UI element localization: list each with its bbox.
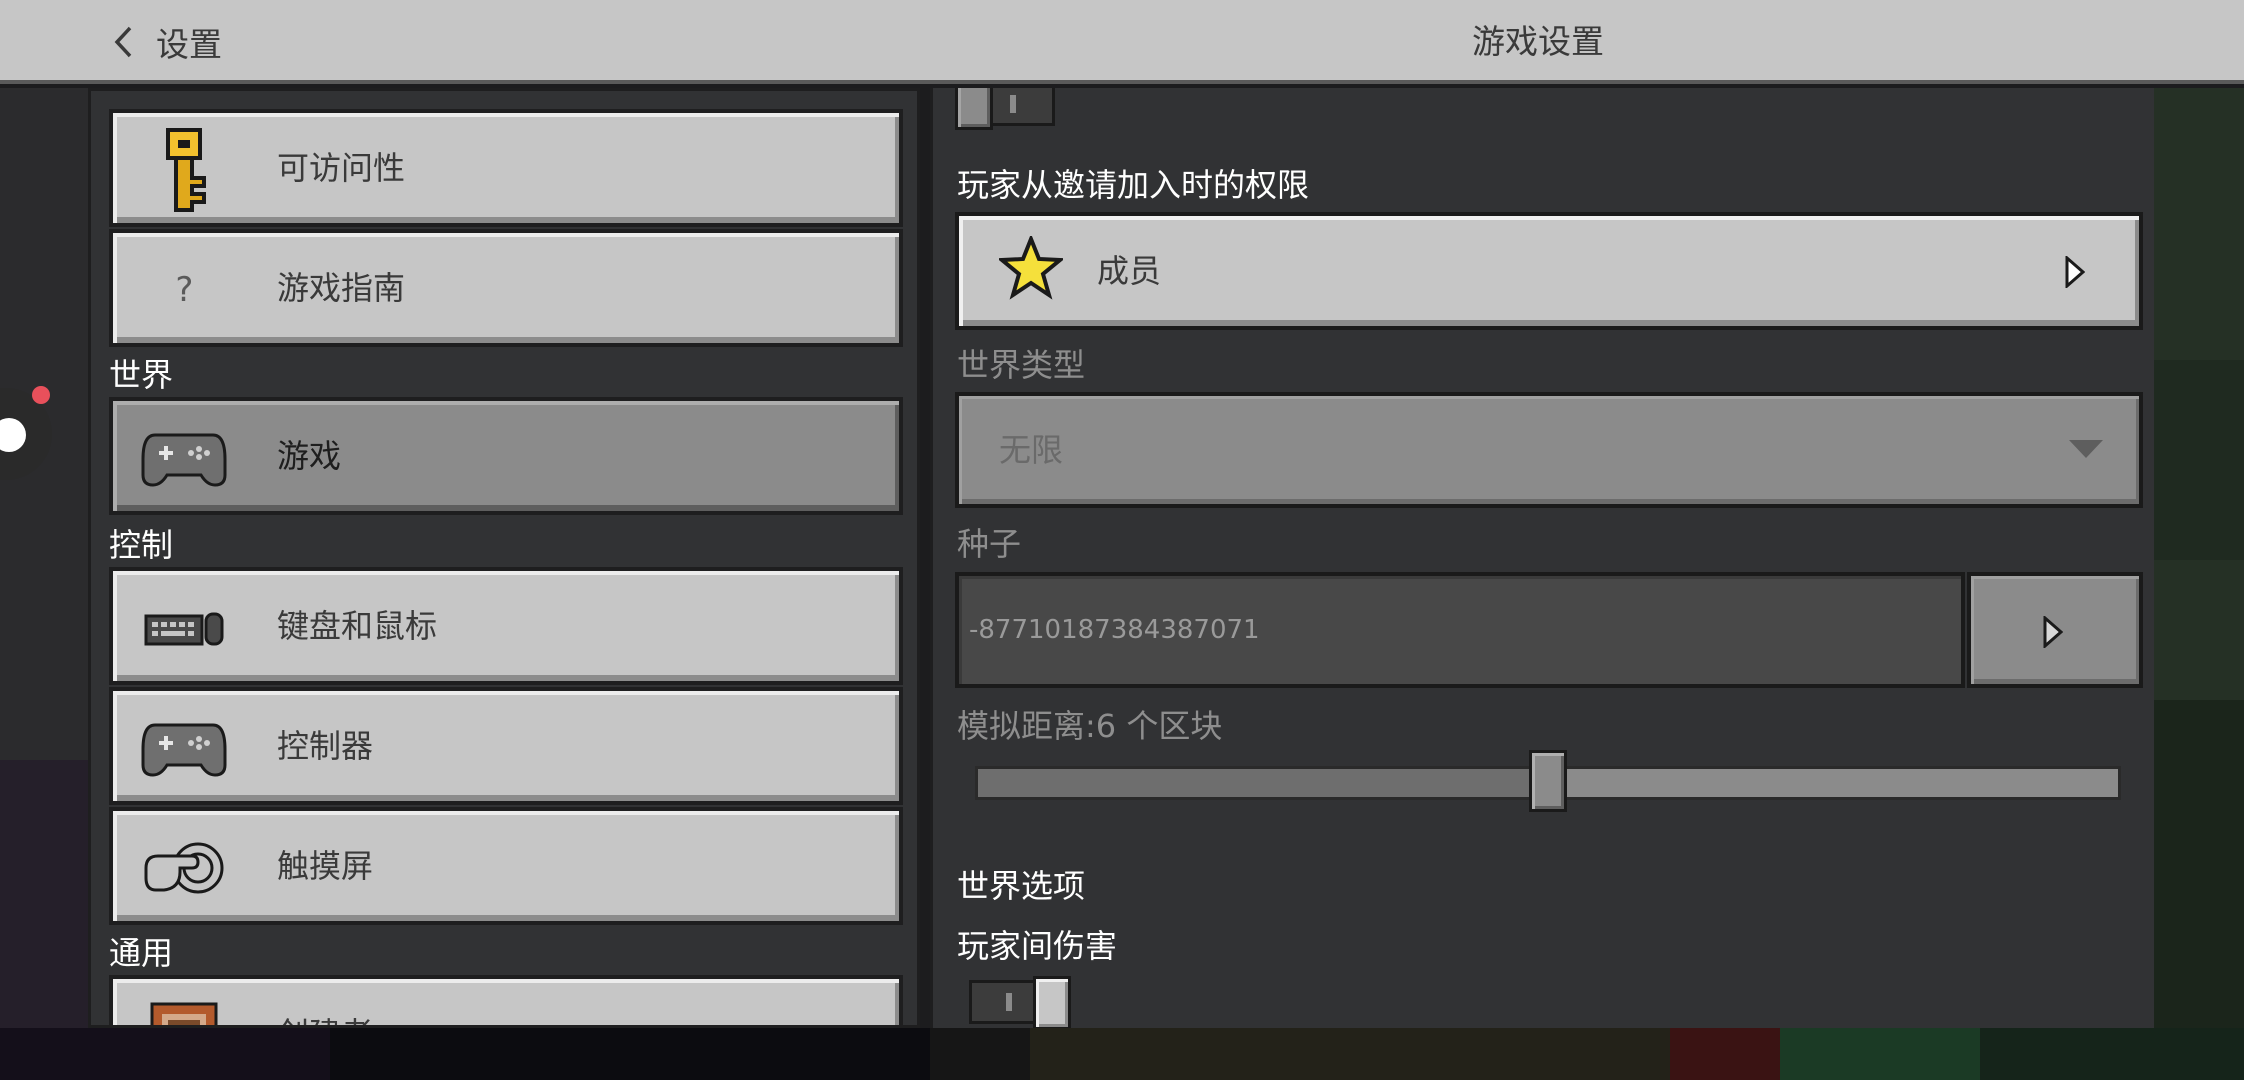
controller-icon xyxy=(139,705,229,791)
world-type-dropdown: 无限 xyxy=(955,392,2143,508)
top-bar: 设置 游戏设置 xyxy=(0,0,2244,84)
seed-value: -87710187384387071 xyxy=(969,615,1260,645)
section-label-world: 世界 xyxy=(109,356,174,394)
invite-permission-button[interactable]: 成员 xyxy=(955,212,2143,330)
previous-setting-toggle[interactable] xyxy=(955,88,1057,136)
nav-item-label: 键盘和鼠标 xyxy=(277,607,438,645)
game-settings-panel[interactable]: 玩家从邀请加入时的权限 成员 世界类型 无限 种子 -8771018738438… xyxy=(930,88,2154,1028)
keyboard-mouse-icon xyxy=(139,585,229,671)
creator-icon xyxy=(139,993,229,1025)
nav-item-label: 控制器 xyxy=(277,727,374,765)
nav-item-label: 游戏指南 xyxy=(277,269,406,307)
invite-permission-value: 成员 xyxy=(1097,252,1162,290)
record-status-dot xyxy=(32,386,50,404)
seed-input: -87710187384387071 xyxy=(955,572,1965,688)
section-label-general: 通用 xyxy=(109,934,174,972)
star-icon xyxy=(996,233,1066,300)
slider-handle[interactable] xyxy=(1529,750,1567,812)
seed-action-button xyxy=(1967,572,2143,688)
back-button[interactable]: 设置 xyxy=(112,14,222,70)
nav-item-touchscreen[interactable]: 触摸屏 xyxy=(109,807,903,925)
chevron-right-icon xyxy=(2043,616,2063,648)
world-options-heading: 世界选项 xyxy=(957,867,1086,905)
simulation-distance-label: 模拟距离:6 个区块 xyxy=(957,707,1223,745)
world-type-value: 无限 xyxy=(999,431,1064,469)
nav-item-game-guide[interactable]: ? 游戏指南 xyxy=(109,229,903,347)
invite-permission-label: 玩家从邀请加入时的权限 xyxy=(957,166,1310,204)
settings-nav-panel[interactable]: 可访问性 ? 游戏指南 世界 游戏 控制 键盘和鼠标 控制器 触摸屏 通用 xyxy=(88,88,920,1028)
nav-item-creator[interactable]: 创建者 xyxy=(109,975,903,1025)
pvp-toggle[interactable] xyxy=(969,976,1071,1028)
world-type-label: 世界类型 xyxy=(957,346,1086,384)
key-icon xyxy=(139,127,229,213)
nav-item-controller[interactable]: 控制器 xyxy=(109,687,903,805)
touch-hand-icon xyxy=(139,825,229,911)
chevron-right-icon xyxy=(2065,256,2085,288)
nav-item-label: 创建者 xyxy=(277,979,373,1025)
gamepad-icon xyxy=(139,415,229,501)
back-label: 设置 xyxy=(156,25,222,64)
nav-item-label: 触摸屏 xyxy=(277,847,374,885)
page-title: 游戏设置 xyxy=(1472,22,1604,61)
slider-fill xyxy=(978,769,1548,797)
question-icon: ? xyxy=(173,270,195,310)
pvp-label: 玩家间伤害 xyxy=(957,927,1118,965)
section-label-controls: 控制 xyxy=(109,526,174,564)
nav-item-label: 可访问性 xyxy=(277,149,406,187)
seed-label: 种子 xyxy=(957,525,1022,563)
nav-item-label: 游戏 xyxy=(277,437,342,475)
nav-item-accessibility[interactable]: 可访问性 xyxy=(109,109,903,227)
nav-item-keyboard-mouse[interactable]: 键盘和鼠标 xyxy=(109,567,903,685)
nav-item-game[interactable]: 游戏 xyxy=(109,397,903,515)
dropdown-arrow-icon xyxy=(2069,440,2103,458)
chevron-left-icon xyxy=(114,26,132,58)
